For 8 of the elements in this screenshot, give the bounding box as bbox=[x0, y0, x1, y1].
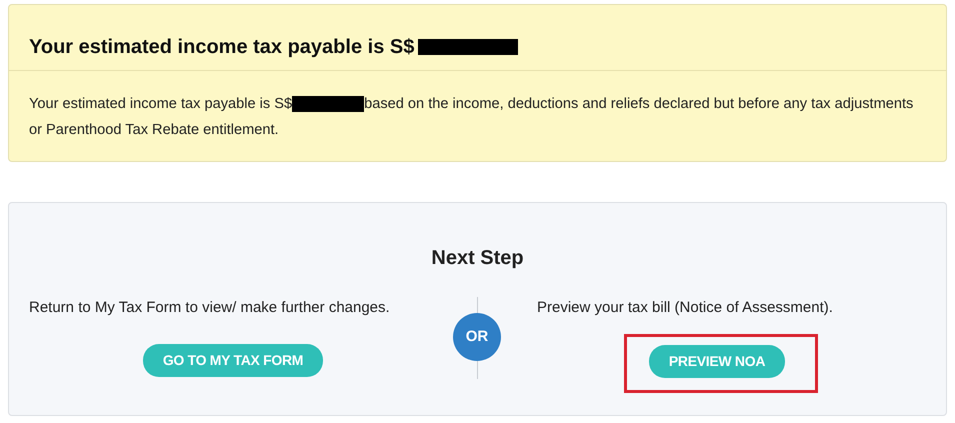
estimate-heading: Your estimated income tax payable is S$ bbox=[29, 34, 414, 60]
option-text: Return to My Tax Form to view/ make further changes. bbox=[28, 298, 390, 318]
next-step-title: Next Step bbox=[430, 246, 525, 271]
or-badge: OR bbox=[453, 313, 501, 361]
tax-form-button[interactable]: GO TO MY TAX FORM bbox=[142, 344, 324, 376]
option-text: Preview your tax bill (Notice of Assessment). bbox=[536, 298, 833, 318]
estimate-text: Your estimated income tax payable is S$ based on the income, deductions and reliefs declared but before any tax adjustments or Parenthood Tax Rebate entitlement. bbox=[29, 95, 914, 140]
preview-noa-button[interactable]: PREVIEW NOA bbox=[648, 344, 786, 378]
